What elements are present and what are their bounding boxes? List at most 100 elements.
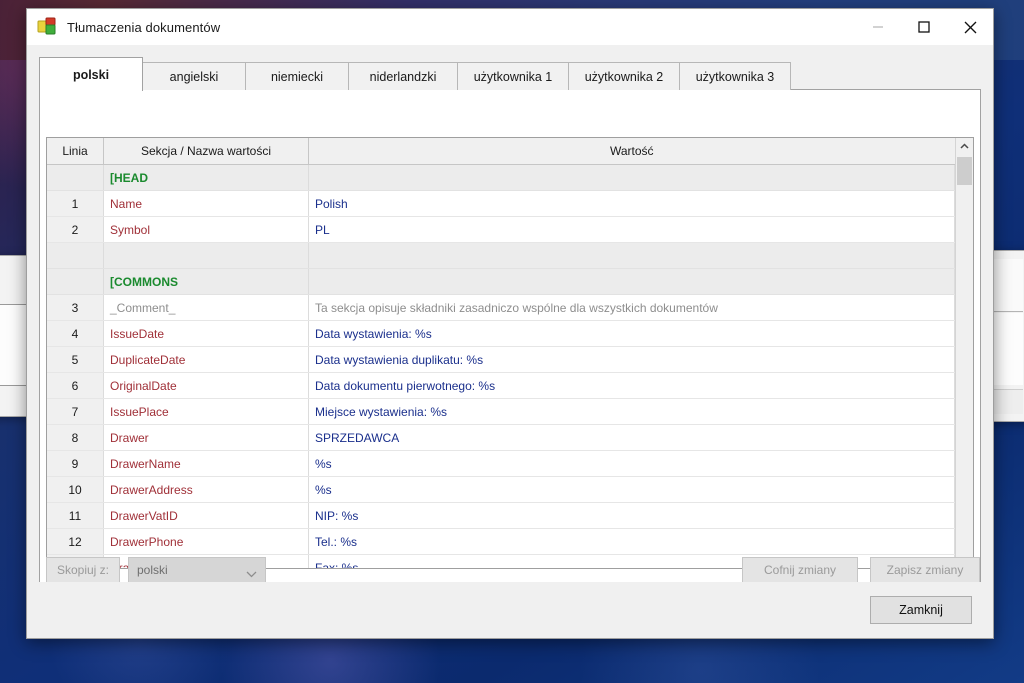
tab-angielski[interactable]: angielski <box>142 62 246 90</box>
cell-section-name[interactable]: IssueDate <box>103 320 309 347</box>
table-row[interactable]: 5 DuplicateDate Data wystawienia duplikatu… <box>47 346 955 373</box>
dialog-client-area: polski angielski niemiecki niderlandzki … <box>27 45 993 638</box>
table-row[interactable]: 2 Symbol PL <box>47 216 955 243</box>
table-header-row: Linia Sekcja / Nazwa wartości Wartość <box>47 138 955 165</box>
cell-section-name[interactable]: _Comment_ <box>103 294 309 321</box>
app-blocks-icon <box>37 17 59 37</box>
tab-niemiecki[interactable]: niemiecki <box>245 62 349 90</box>
translations-grid-container: Linia Sekcja / Nazwa wartości Wartość [H… <box>46 137 974 569</box>
table-row[interactable]: 12 DrawerPhone Tel.: %s <box>47 528 955 555</box>
table-row[interactable]: 1 Name Polish <box>47 190 955 217</box>
title-bar[interactable]: Tłumaczenia dokumentów <box>27 9 993 45</box>
cell-section-name[interactable] <box>103 242 309 269</box>
translations-grid[interactable]: Linia Sekcja / Nazwa wartości Wartość [H… <box>47 138 955 568</box>
cell-value[interactable]: %s <box>308 476 955 503</box>
cell-value[interactable]: Ta sekcja opisuje składniki zasadniczo w… <box>308 294 955 321</box>
tab-label: użytkownika 2 <box>584 69 664 84</box>
cell-section-name[interactable]: [COMMONS <box>103 268 309 295</box>
tab-label: niderlandzki <box>369 69 437 84</box>
tab-uzytkownika-2[interactable]: użytkownika 2 <box>568 62 680 90</box>
cell-section-name[interactable]: [HEAD <box>103 164 309 191</box>
cell-line: 9 <box>47 450 104 477</box>
cell-section-name[interactable]: DuplicateDate <box>103 346 309 373</box>
tab-niderlandzki[interactable]: niderlandzki <box>348 62 458 90</box>
cell-section-name[interactable]: DrawerPhone <box>103 528 309 555</box>
cell-line: 1 <box>47 190 104 217</box>
close-window-icon[interactable] <box>947 9 993 45</box>
tab-uzytkownika-3[interactable]: użytkownika 3 <box>679 62 791 90</box>
copy-from-button[interactable]: Skopiuj z: <box>46 557 120 583</box>
background-window-right-section-bottom <box>993 389 1023 414</box>
table-row[interactable]: 9 DrawerName %s <box>47 450 955 477</box>
cell-value[interactable]: Data wystawienia: %s <box>308 320 955 347</box>
tab-label: niemiecki <box>270 69 324 84</box>
maximize-button[interactable] <box>901 9 947 45</box>
scroll-up-icon[interactable] <box>956 138 973 155</box>
cell-section-name[interactable]: Symbol <box>103 216 309 243</box>
cell-line <box>47 164 104 191</box>
cell-value[interactable] <box>308 164 955 191</box>
cell-value[interactable]: Data wystawienia duplikatu: %s <box>308 346 955 373</box>
cell-line <box>47 242 104 269</box>
tab-uzytkownika-1[interactable]: użytkownika 1 <box>457 62 569 90</box>
translations-dialog: Tłumaczenia dokumentów polski angielski … <box>26 8 994 639</box>
table-row[interactable]: 8 Drawer SPRZEDAWCA <box>47 424 955 451</box>
minimize-button[interactable] <box>855 9 901 45</box>
cell-line: 3 <box>47 294 104 321</box>
cell-section-name[interactable]: DrawerVatID <box>103 502 309 529</box>
table-row[interactable]: 10 DrawerAddress %s <box>47 476 955 503</box>
cell-value[interactable]: Miejsce wystawienia: %s <box>308 398 955 425</box>
cell-section-name[interactable]: DrawerName <box>103 450 309 477</box>
source-language-select[interactable]: polski <box>128 557 266 583</box>
cell-section-name[interactable]: Name <box>103 190 309 217</box>
table-row[interactable]: 11 DrawerVatID NIP: %s <box>47 502 955 529</box>
undo-changes-button[interactable]: Cofnij zmiany <box>742 557 858 583</box>
cell-line: 7 <box>47 398 104 425</box>
cell-value[interactable]: Data dokumentu pierwotnego: %s <box>308 372 955 399</box>
background-window-right-section-top <box>993 259 1023 312</box>
table-row[interactable]: 3 _Comment_ Ta sekcja opisuje składniki za… <box>47 294 955 321</box>
source-language-value: polski <box>137 563 168 577</box>
table-row[interactable]: 4 IssueDate Data wystawienia: %s <box>47 320 955 347</box>
cell-value[interactable] <box>308 242 955 269</box>
cell-section-name[interactable]: IssuePlace <box>103 398 309 425</box>
column-header-value[interactable]: Wartość <box>308 138 955 165</box>
table-row[interactable]: 6 OriginalDate Data dokumentu pierwotnego:… <box>47 372 955 399</box>
cell-value[interactable]: Tel.: %s <box>308 528 955 555</box>
tab-label: angielski <box>169 69 219 84</box>
translations-table: Linia Sekcja / Nazwa wartości Wartość [H… <box>47 138 955 568</box>
tab-label: użytkownika 3 <box>695 69 775 84</box>
cell-line: 2 <box>47 216 104 243</box>
cell-line: 5 <box>47 346 104 373</box>
cell-value[interactable]: PL <box>308 216 955 243</box>
tab-panel: Linia Sekcja / Nazwa wartości Wartość [H… <box>39 89 981 628</box>
cell-value[interactable]: %s <box>308 450 955 477</box>
cell-section-name[interactable]: OriginalDate <box>103 372 309 399</box>
close-dialog-button[interactable]: Zamknij <box>870 596 972 624</box>
cell-line: 6 <box>47 372 104 399</box>
column-header-line[interactable]: Linia <box>47 138 104 165</box>
cell-line: 4 <box>47 320 104 347</box>
cell-line <box>47 268 104 295</box>
table-row[interactable]: [HEAD <box>47 164 955 191</box>
cell-value[interactable]: Polish <box>308 190 955 217</box>
cell-line: 8 <box>47 424 104 451</box>
cell-section-name[interactable]: Drawer <box>103 424 309 451</box>
table-row[interactable] <box>47 242 955 269</box>
chevron-down-icon <box>246 567 257 581</box>
cell-value[interactable]: SPRZEDAWCA <box>308 424 955 451</box>
vertical-scrollbar[interactable] <box>955 138 973 568</box>
cell-section-name[interactable]: DrawerAddress <box>103 476 309 503</box>
scrollbar-thumb[interactable] <box>957 157 972 185</box>
grid-actions-row: Skopiuj z: polski Cofnij zmiany Zapisz z… <box>46 557 980 583</box>
tab-label: użytkownika 1 <box>473 69 553 84</box>
table-row[interactable]: [COMMONS <box>47 268 955 295</box>
save-changes-button[interactable]: Zapisz zmiany <box>870 557 980 583</box>
cell-value[interactable] <box>308 268 955 295</box>
background-window-panel: Z <box>0 304 29 386</box>
language-tab-strip: polski angielski niemiecki niderlandzki … <box>39 56 981 91</box>
cell-value[interactable]: NIP: %s <box>308 502 955 529</box>
column-header-section[interactable]: Sekcja / Nazwa wartości <box>103 138 309 165</box>
tab-polski[interactable]: polski <box>39 57 143 91</box>
table-row[interactable]: 7 IssuePlace Miejsce wystawienia: %s <box>47 398 955 425</box>
